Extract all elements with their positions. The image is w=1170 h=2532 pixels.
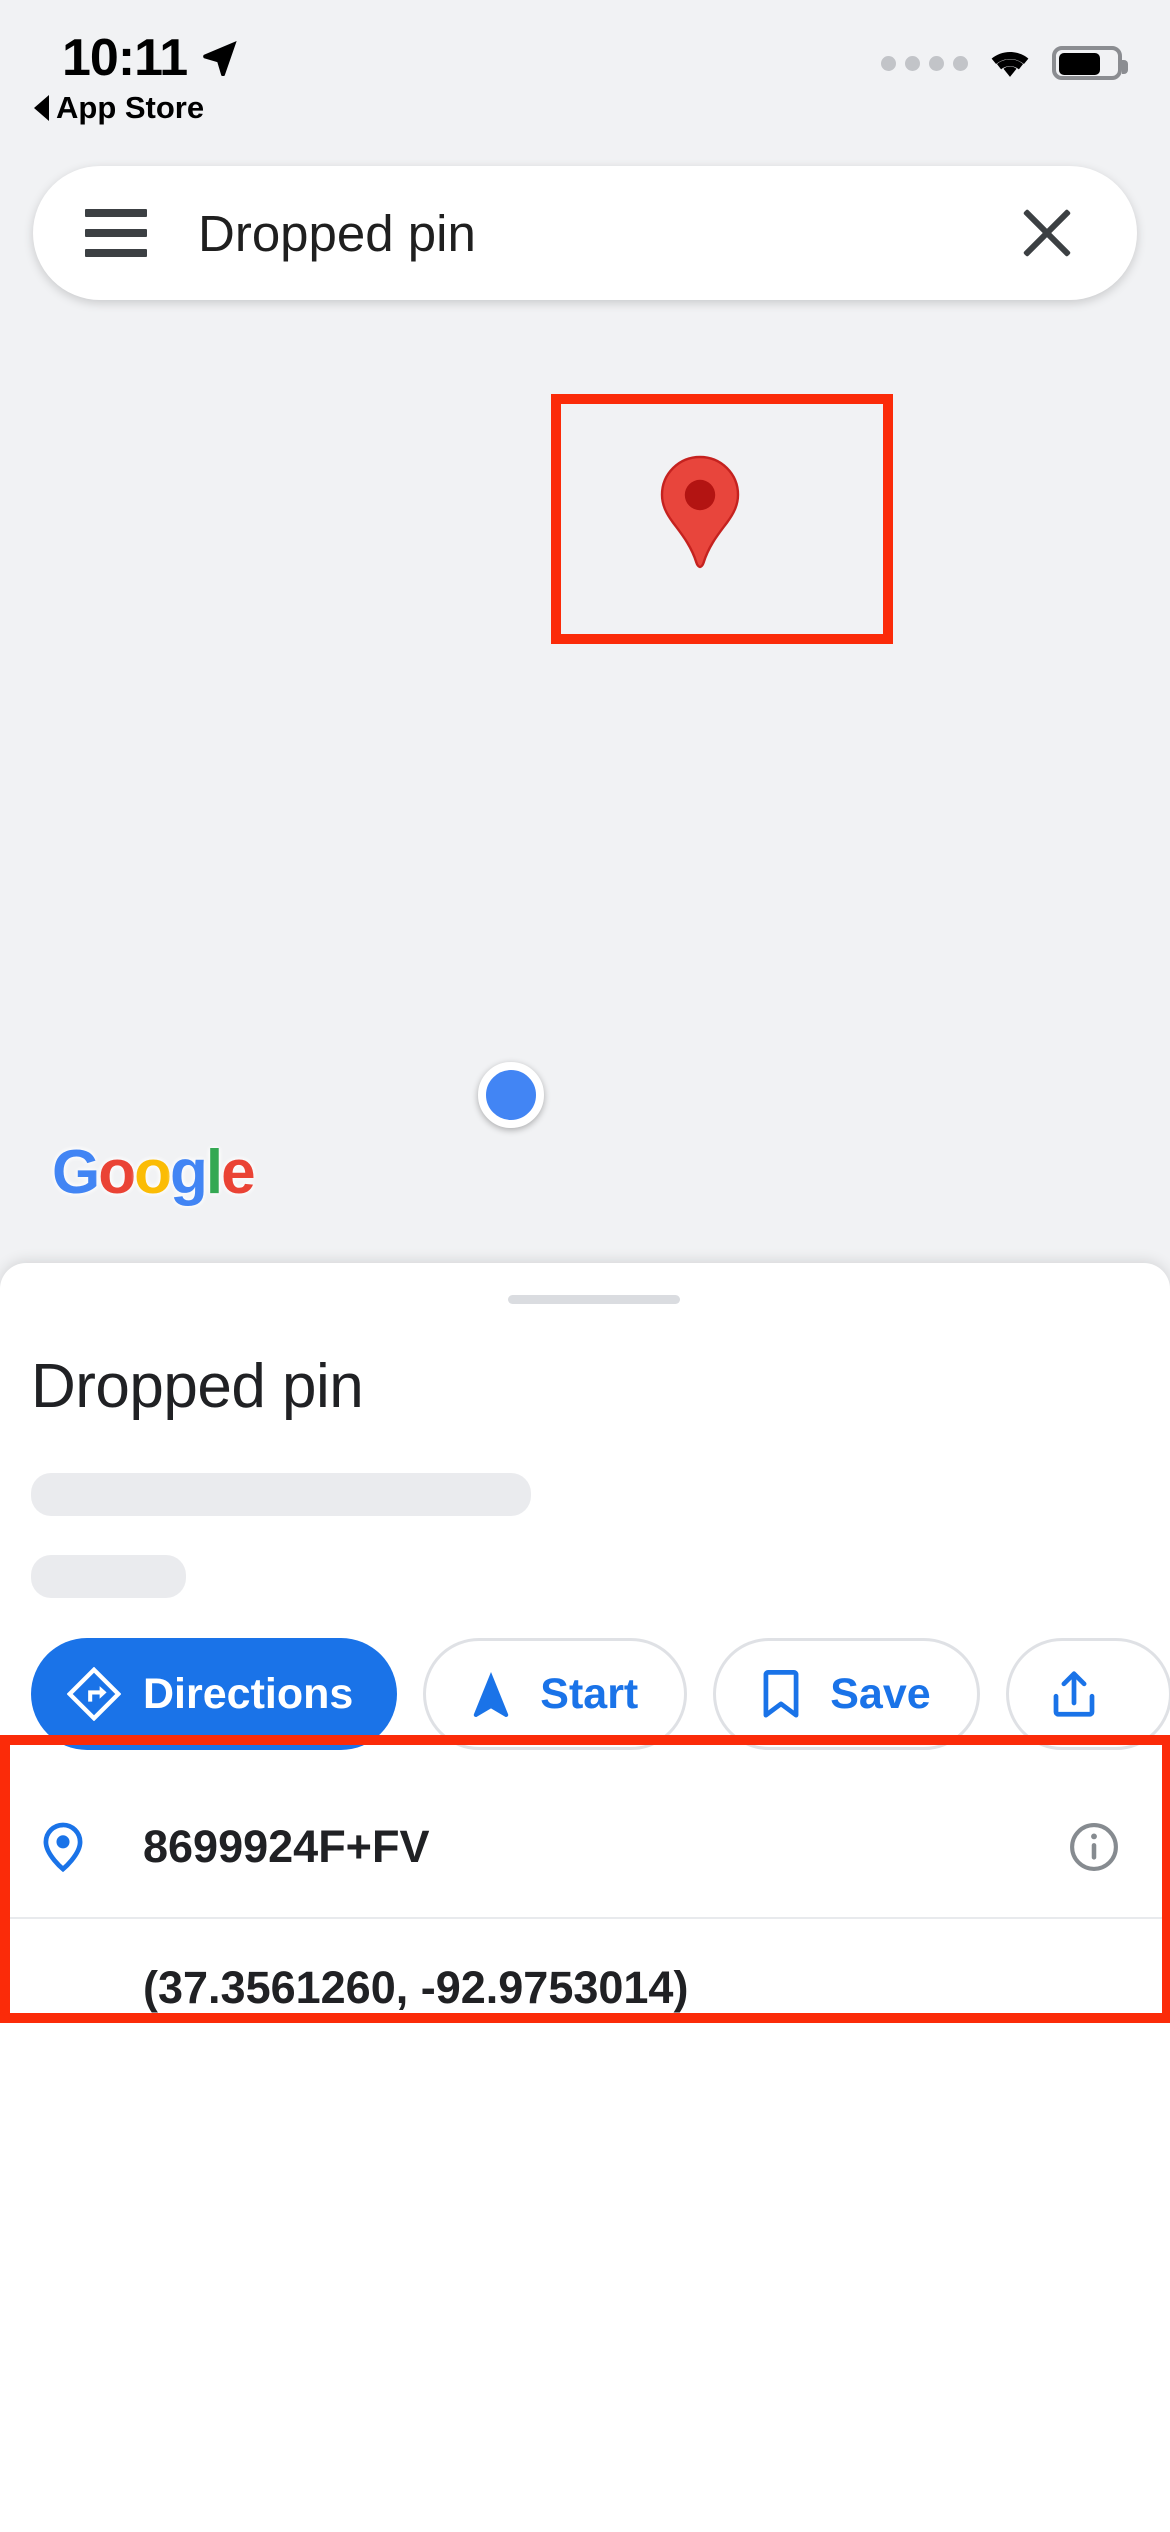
plus-code-row[interactable]: 8699924F+FV xyxy=(0,1777,1170,1917)
sheet-drag-handle[interactable] xyxy=(508,1295,680,1304)
place-details-sheet: Dropped pin Directions Start Save 869992… xyxy=(0,1263,1170,2532)
directions-button-label: Directions xyxy=(143,1669,354,1718)
logo-letter-l: l xyxy=(205,1138,223,1207)
directions-button[interactable]: Directions xyxy=(31,1638,398,1750)
info-circle-icon[interactable] xyxy=(1068,1821,1120,1873)
start-button[interactable]: Start xyxy=(423,1638,688,1750)
directions-diamond-icon xyxy=(67,1667,121,1721)
battery-icon xyxy=(1052,46,1128,80)
share-button[interactable] xyxy=(1005,1638,1170,1750)
logo-letter-g2: g xyxy=(169,1138,208,1207)
location-pin-outline-icon xyxy=(43,1822,83,1873)
navigation-arrow-icon xyxy=(474,1671,509,1717)
search-bar[interactable]: Dropped pin xyxy=(33,166,1137,300)
google-logo: Google xyxy=(52,1142,256,1204)
action-button-row: Directions Start Save xyxy=(31,1638,1170,1750)
app-screen: Google 10:11 App Store Dropped pin Dropp… xyxy=(0,0,1170,2532)
page-title: Dropped pin xyxy=(31,1352,364,1421)
map-pin-marker-icon[interactable] xyxy=(656,455,744,575)
back-to-app-store-button[interactable]: App Store xyxy=(34,90,204,126)
signal-dots-icon xyxy=(881,55,968,71)
share-icon xyxy=(1053,1671,1095,1717)
back-label: App Store xyxy=(56,90,205,125)
coordinates-value: (37.3561260, -92.9753014) xyxy=(143,1962,689,2013)
search-input[interactable]: Dropped pin xyxy=(198,204,1019,263)
start-button-label: Start xyxy=(540,1669,639,1718)
logo-letter-o1: o xyxy=(98,1138,136,1207)
close-x-icon[interactable] xyxy=(1019,205,1075,261)
wifi-icon xyxy=(991,52,1029,77)
logo-letter-o2: o xyxy=(134,1138,172,1207)
logo-letter-g1: G xyxy=(52,1138,100,1207)
logo-letter-e: e xyxy=(221,1138,256,1207)
coordinates-row[interactable]: (37.3561260, -92.9753014) xyxy=(0,1917,1170,2057)
save-button-label: Save xyxy=(830,1669,931,1718)
skeleton-line-1 xyxy=(31,1473,531,1516)
status-bar: 10:11 App Store xyxy=(0,0,1170,150)
skeleton-line-2 xyxy=(31,1555,186,1598)
save-button[interactable]: Save xyxy=(713,1638,980,1750)
user-location-dot-icon xyxy=(478,1062,544,1128)
place-info-rows: 8699924F+FV (37.3561260, -92.9753014) xyxy=(0,1777,1170,2057)
back-triangle-icon xyxy=(34,95,49,121)
status-bar-time: 10:11 xyxy=(62,29,188,87)
hamburger-menu-icon[interactable] xyxy=(85,209,147,257)
bookmark-icon xyxy=(763,1670,799,1718)
plus-code-value: 8699924F+FV xyxy=(143,1821,430,1872)
status-bar-indicators xyxy=(881,44,1128,82)
location-arrow-icon xyxy=(203,41,237,76)
